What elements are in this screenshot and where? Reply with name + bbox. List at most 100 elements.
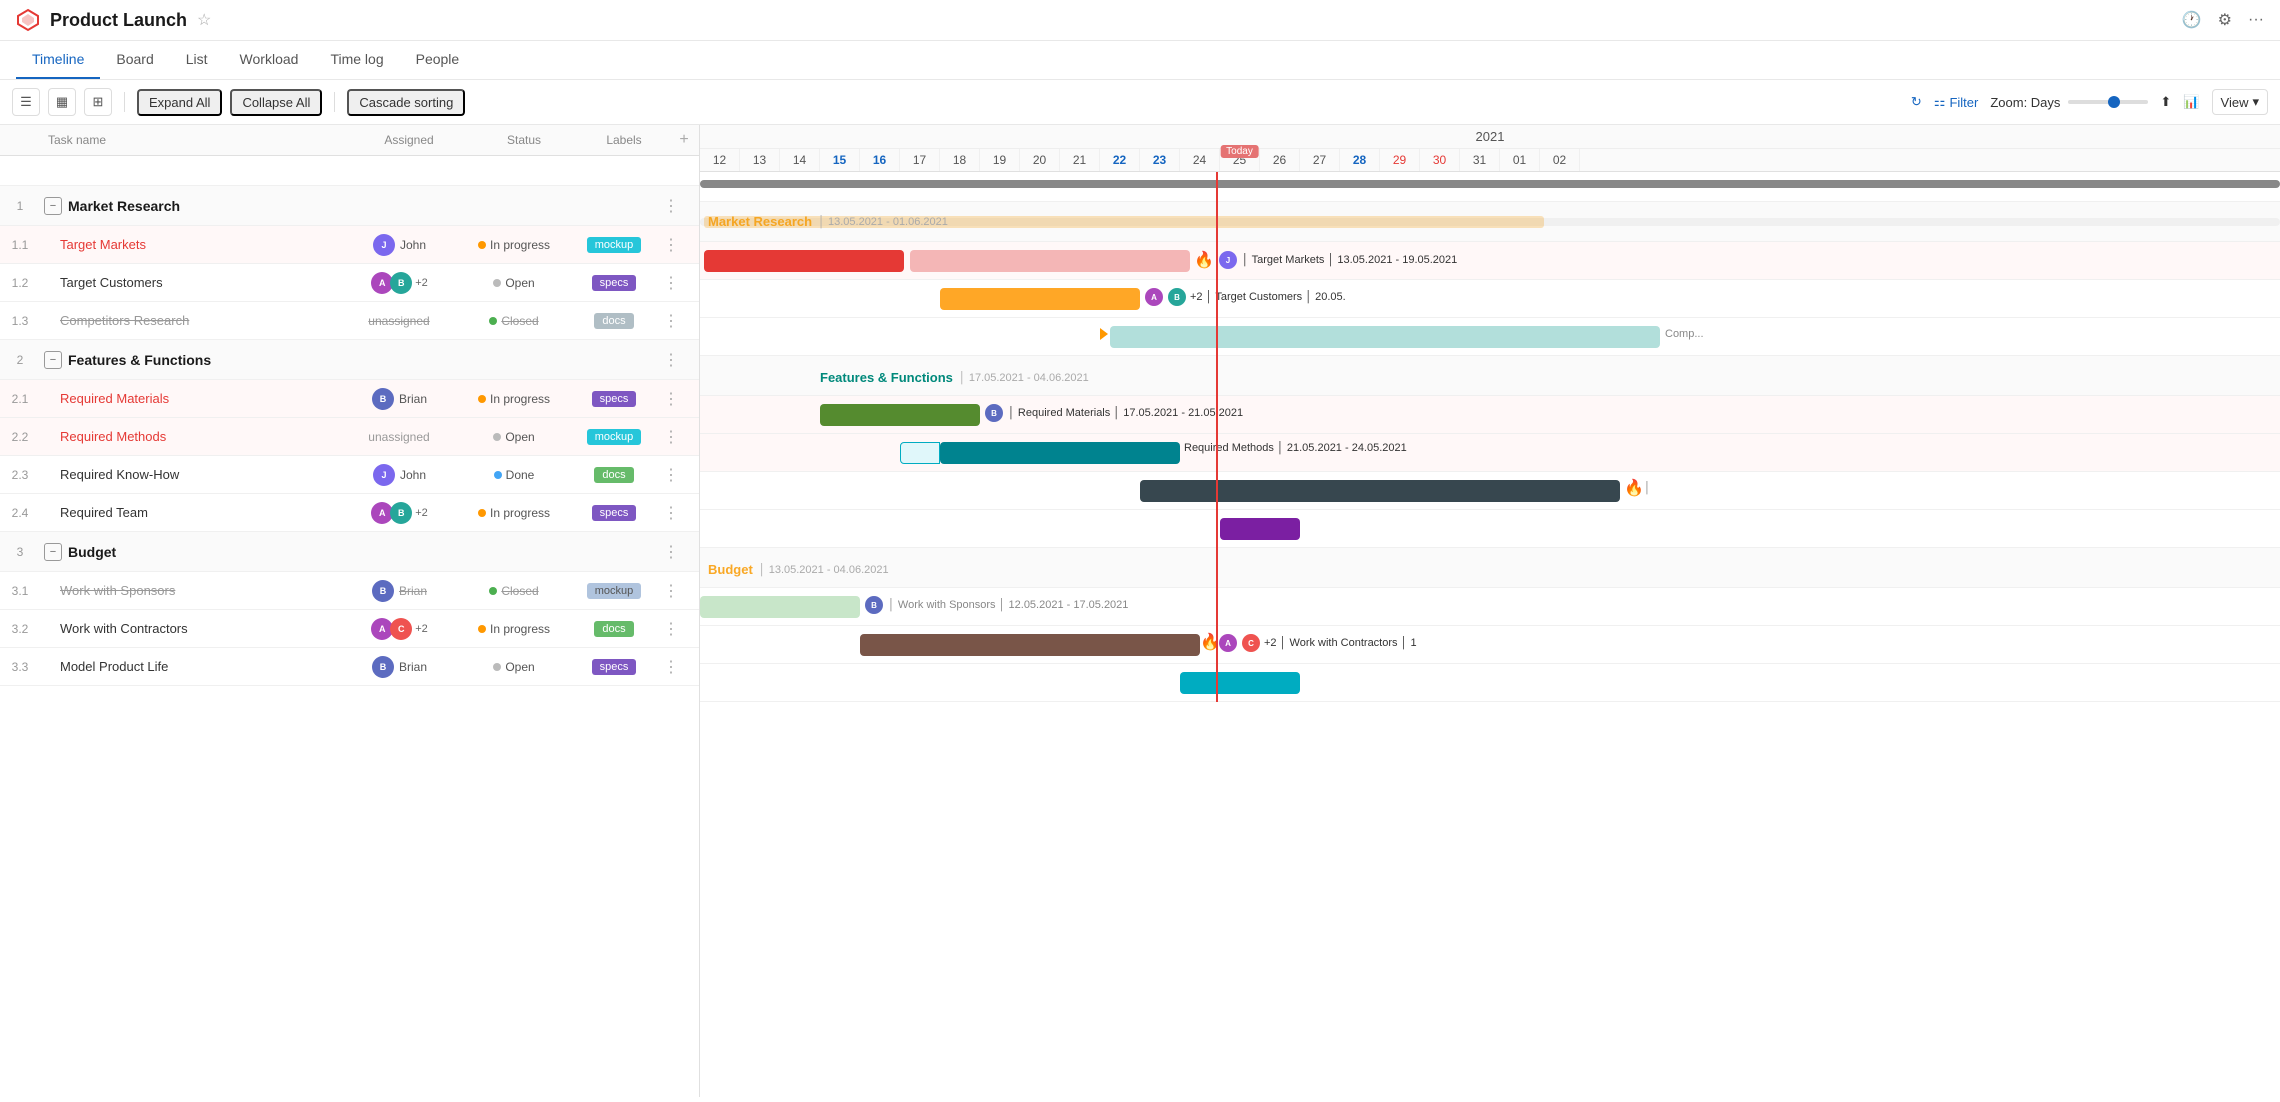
cascade-sorting-button[interactable]: Cascade sorting bbox=[347, 89, 465, 116]
tab-timeline[interactable]: Timeline bbox=[16, 41, 100, 79]
col-labels-header: Labels bbox=[579, 133, 669, 147]
expand-all-button[interactable]: Expand All bbox=[137, 89, 222, 116]
task-table: Task name Assigned Status Labels + 1 − M… bbox=[0, 125, 700, 1097]
status-dot-3-2 bbox=[478, 625, 486, 633]
chart-icon[interactable]: 📊 bbox=[2183, 94, 2199, 110]
gantt-group-row-1: Market Research │ 13.05.2021 - 01.06.202… bbox=[700, 202, 2280, 242]
task-menu-1-1[interactable]: ⋮ bbox=[659, 233, 683, 258]
tab-board[interactable]: Board bbox=[100, 41, 169, 79]
settings-icon[interactable]: ⚙ bbox=[2218, 10, 2232, 30]
gantt-area[interactable]: 2021 12 13 14 15 16 17 18 19 20 21 22 23… bbox=[700, 125, 2280, 1097]
task-name-3-2[interactable]: Work with Contractors bbox=[60, 621, 188, 636]
group-menu-1[interactable]: ⋮ bbox=[659, 194, 683, 219]
star-icon[interactable]: ☆ bbox=[197, 10, 211, 30]
more-icon[interactable]: ··· bbox=[2248, 11, 2264, 29]
task-name-2-1[interactable]: Required Materials bbox=[60, 391, 169, 406]
gantt-bar-2-1[interactable] bbox=[820, 404, 980, 426]
zoom-slider[interactable] bbox=[2068, 100, 2148, 104]
gantt-row-3-3 bbox=[700, 664, 2280, 702]
task-menu-1-2[interactable]: ⋮ bbox=[659, 271, 683, 296]
history-icon[interactable]: 🕐 bbox=[2182, 10, 2202, 30]
gantt-bar-2-2[interactable] bbox=[940, 442, 1180, 464]
status-label-1-1: In progress bbox=[490, 238, 550, 252]
gantt-year: 2021 bbox=[700, 125, 2280, 149]
tab-list[interactable]: List bbox=[170, 41, 224, 79]
col-assigned-header: Assigned bbox=[349, 133, 469, 147]
task-menu-2-1[interactable]: ⋮ bbox=[659, 387, 683, 412]
tab-people[interactable]: People bbox=[400, 41, 476, 79]
gantt-spacer bbox=[700, 172, 2280, 202]
task-name-2-2[interactable]: Required Methods bbox=[60, 429, 166, 444]
view-button[interactable]: View ▾ bbox=[2212, 89, 2268, 115]
view-icon-1[interactable]: ☰ bbox=[12, 88, 40, 116]
group-collapse-1[interactable]: − bbox=[44, 197, 62, 215]
task-menu-2-2[interactable]: ⋮ bbox=[659, 425, 683, 450]
gantt-bar-2-1-label: B │ Required Materials │ 17.05.2021 - 21… bbox=[984, 404, 1243, 422]
tab-workload[interactable]: Workload bbox=[224, 41, 315, 79]
add-column-button[interactable]: + bbox=[669, 131, 699, 149]
view-icon-3[interactable]: ⊞ bbox=[84, 88, 112, 116]
group-menu-2[interactable]: ⋮ bbox=[659, 348, 683, 373]
status-dot-1-1 bbox=[478, 241, 486, 249]
group-collapse-2[interactable]: − bbox=[44, 351, 62, 369]
col-name-header: Task name bbox=[40, 133, 349, 147]
gantt-bar-3-1[interactable] bbox=[700, 596, 860, 618]
group-num-1: 1 bbox=[0, 199, 40, 213]
task-status-1-3: Closed bbox=[459, 314, 569, 328]
task-row-2-1: 2.1 Required Materials B Brian In progre… bbox=[0, 380, 699, 418]
task-name-1-1[interactable]: Target Markets bbox=[60, 237, 146, 252]
gantt-bar-1-3[interactable] bbox=[1110, 326, 1660, 348]
task-menu-3-2[interactable]: ⋮ bbox=[659, 617, 683, 642]
gantt-bar-1-1[interactable] bbox=[704, 250, 904, 272]
group-num-2: 2 bbox=[0, 353, 40, 367]
status-label-3-3: Open bbox=[505, 660, 534, 674]
task-menu-2-4[interactable]: ⋮ bbox=[659, 501, 683, 526]
group-actions-2: ⋮ bbox=[659, 350, 699, 370]
view-icon-2[interactable]: ▦ bbox=[48, 88, 76, 116]
status-label-2-4: In progress bbox=[490, 506, 550, 520]
gantt-bar-2-3[interactable] bbox=[1140, 480, 1620, 502]
task-name-2-3[interactable]: Required Know-How bbox=[60, 467, 179, 482]
refresh-icon[interactable]: ↻ bbox=[1911, 94, 1922, 110]
status-dot-1-3 bbox=[489, 317, 497, 325]
gantt-bar-3-3[interactable] bbox=[1180, 672, 1300, 694]
task-name-1-3[interactable]: Competitors Research bbox=[60, 313, 189, 328]
col-status-header: Status bbox=[469, 133, 579, 147]
task-actions-3-2: ⋮ bbox=[659, 619, 699, 639]
task-menu-2-3[interactable]: ⋮ bbox=[659, 463, 683, 488]
task-status-2-4: In progress bbox=[459, 506, 569, 520]
task-menu-3-3[interactable]: ⋮ bbox=[659, 655, 683, 680]
task-name-2-4[interactable]: Required Team bbox=[60, 505, 148, 520]
gantt-day-29: 29 bbox=[1380, 149, 1420, 171]
task-menu-1-3[interactable]: ⋮ bbox=[659, 309, 683, 334]
task-labels-3-3: specs bbox=[569, 659, 659, 675]
gantt-bar-2-4[interactable] bbox=[1220, 518, 1300, 540]
filter-icon: ⚏ bbox=[1934, 94, 1946, 110]
gantt-bar-1-2[interactable] bbox=[940, 288, 1140, 310]
gantt-bar-1-2-label: A B +2 │ Target Customers │ 20.05. bbox=[1144, 288, 1346, 306]
gantt-inner: 2021 12 13 14 15 16 17 18 19 20 21 22 23… bbox=[700, 125, 2280, 702]
group-collapse-3[interactable]: − bbox=[44, 543, 62, 561]
group-row-1: 1 − Market Research ⋮ bbox=[0, 186, 699, 226]
task-name-3-1[interactable]: Work with Sponsors bbox=[60, 583, 175, 598]
main-content: Task name Assigned Status Labels + 1 − M… bbox=[0, 125, 2280, 1097]
task-menu-3-1[interactable]: ⋮ bbox=[659, 579, 683, 604]
task-num-2-3: 2.3 bbox=[0, 468, 40, 482]
export-icon[interactable]: ⬆ bbox=[2160, 94, 2171, 110]
gantt-bar-3-2-label: A C +2 │ Work with Contractors │ 1 bbox=[1218, 634, 1417, 652]
group-menu-3[interactable]: ⋮ bbox=[659, 540, 683, 565]
gantt-day-24: 24 bbox=[1180, 149, 1220, 171]
task-labels-3-1: mockup bbox=[569, 583, 659, 599]
gantt-bar-3-2[interactable] bbox=[860, 634, 1200, 656]
task-assigned-3-2: A C +2 bbox=[339, 618, 459, 640]
gantt-group-label-1: Market Research │ 13.05.2021 - 01.06.202… bbox=[708, 214, 948, 229]
tab-timelog[interactable]: Time log bbox=[314, 41, 399, 79]
task-assigned-1-1: J John bbox=[339, 234, 459, 256]
gantt-header: 2021 12 13 14 15 16 17 18 19 20 21 22 23… bbox=[700, 125, 2280, 172]
status-label-2-3: Done bbox=[506, 468, 535, 482]
task-name-1-2[interactable]: Target Customers bbox=[60, 275, 163, 290]
collapse-all-button[interactable]: Collapse All bbox=[230, 89, 322, 116]
filter-button[interactable]: ⚏ Filter bbox=[1934, 94, 1979, 110]
task-status-3-2: In progress bbox=[459, 622, 569, 636]
task-name-3-3[interactable]: Model Product Life bbox=[60, 659, 168, 674]
